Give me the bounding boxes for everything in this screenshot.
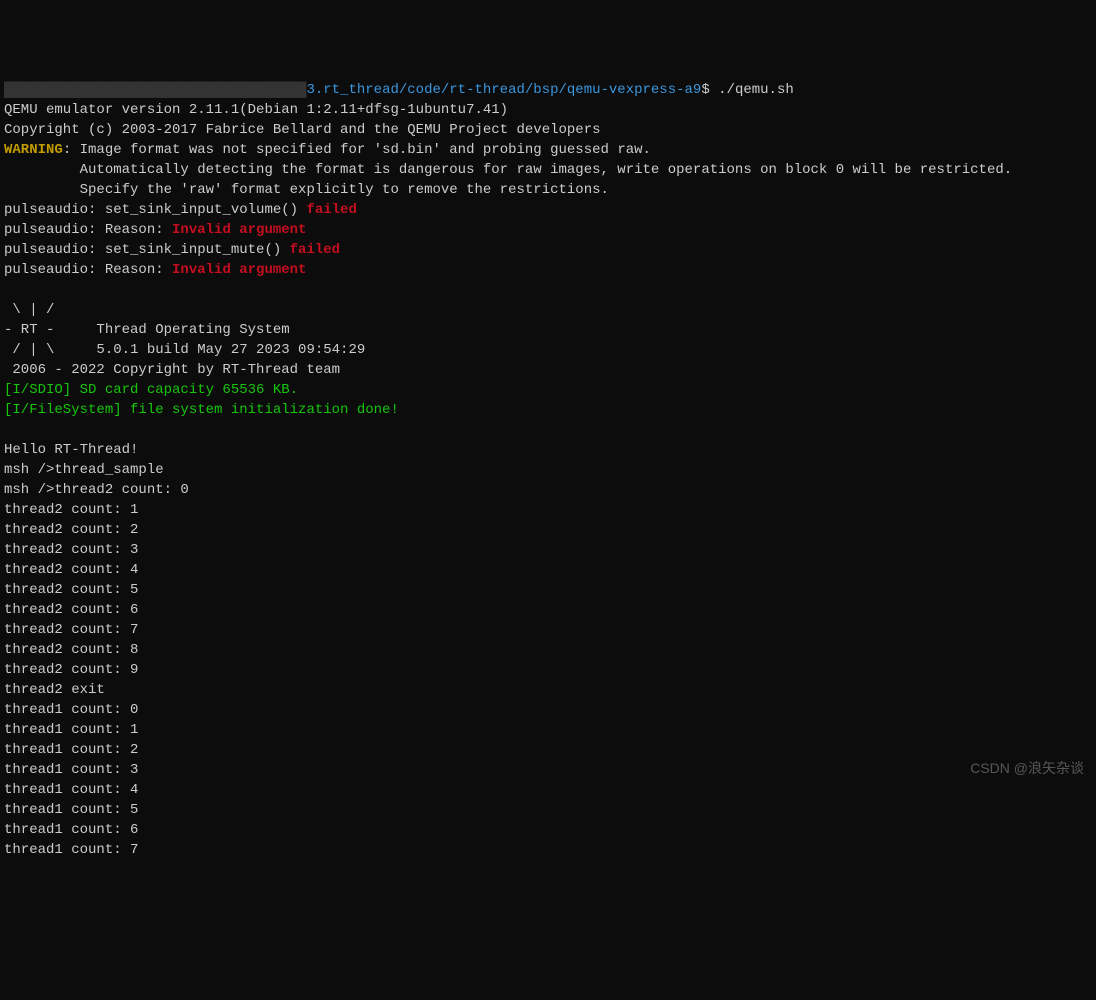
thread1-line: thread1 count: 0 — [4, 702, 138, 718]
rtthread-logo-1: \ | / — [4, 302, 54, 318]
thread2-line: thread2 count: 3 — [4, 542, 138, 558]
thread2-first: msh />thread2 count: 0 — [4, 482, 189, 498]
warning-line-3: Specify the 'raw' format explicitly to r… — [4, 182, 609, 198]
thread2-line: thread2 count: 4 — [4, 562, 138, 578]
thread1-line: thread1 count: 3 — [4, 762, 138, 778]
prompt-symbol: $ — [701, 82, 709, 98]
prompt-userhost-obscured: ████████████████████████████████████ — [4, 82, 306, 98]
thread2-exit: thread2 exit — [4, 682, 105, 698]
thread2-line: thread2 count: 9 — [4, 662, 138, 678]
terminal-output[interactable]: ████████████████████████████████████3.rt… — [0, 80, 1096, 860]
thread2-line: thread2 count: 5 — [4, 582, 138, 598]
msh-command: msh />thread_sample — [4, 462, 164, 478]
thread1-line: thread1 count: 2 — [4, 742, 138, 758]
warning-label: WARNING — [4, 142, 63, 158]
rtthread-logo-3: / | \ 5.0.1 build May 27 2023 09:54:29 — [4, 342, 365, 358]
prompt-command: ./qemu.sh — [710, 82, 794, 98]
pulseaudio-line-3: pulseaudio: set_sink_input_mute() failed — [4, 242, 340, 258]
thread2-line: thread2 count: 2 — [4, 522, 138, 538]
thread1-line: thread1 count: 5 — [4, 802, 138, 818]
thread2-line: thread2 count: 6 — [4, 602, 138, 618]
pulseaudio-line-1: pulseaudio: set_sink_input_volume() fail… — [4, 202, 357, 218]
thread2-line: thread2 count: 1 — [4, 502, 138, 518]
thread2-line: thread2 count: 7 — [4, 622, 138, 638]
watermark: CSDN @浪矢杂谈 — [970, 758, 1084, 778]
init-filesystem: [I/FileSystem] file system initializatio… — [4, 402, 399, 418]
qemu-version: QEMU emulator version 2.11.1(Debian 1:2.… — [4, 102, 508, 118]
pulseaudio-line-4: pulseaudio: Reason: Invalid argument — [4, 262, 306, 278]
hello-line: Hello RT-Thread! — [4, 442, 138, 458]
rtthread-logo-2: - RT - Thread Operating System — [4, 322, 290, 338]
warning-line-1: WARNING: Image format was not specified … — [4, 142, 651, 158]
init-sdio: [I/SDIO] SD card capacity 65536 KB. — [4, 382, 298, 398]
thread2-line: thread2 count: 8 — [4, 642, 138, 658]
thread1-line: thread1 count: 7 — [4, 842, 138, 858]
prompt-line: ████████████████████████████████████3.rt… — [4, 82, 794, 98]
prompt-path: 3.rt_thread/code/rt-thread/bsp/qemu-vexp… — [306, 82, 701, 98]
pulseaudio-line-2: pulseaudio: Reason: Invalid argument — [4, 222, 306, 238]
qemu-copyright: Copyright (c) 2003-2017 Fabrice Bellard … — [4, 122, 601, 138]
thread1-line: thread1 count: 6 — [4, 822, 138, 838]
rtthread-logo-4: 2006 - 2022 Copyright by RT-Thread team — [4, 362, 340, 378]
warning-line-2: Automatically detecting the format is da… — [4, 162, 1012, 178]
thread1-line: thread1 count: 4 — [4, 782, 138, 798]
thread1-line: thread1 count: 1 — [4, 722, 138, 738]
